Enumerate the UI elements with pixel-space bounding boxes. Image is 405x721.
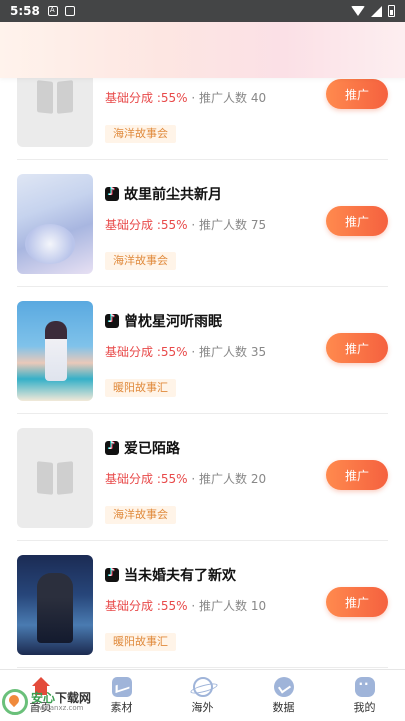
bottom-tab-bar: 首页 素材 海外 数据 我的 <box>0 669 405 721</box>
item-title: 爱已陌路 <box>105 438 180 458</box>
promotion-list: 基础分成 :55% · 推广人数 40 海洋故事会 推广 故里前尘共新月 基础分… <box>0 33 405 668</box>
wifi-icon <box>351 6 365 16</box>
tab-mine[interactable]: 我的 <box>324 670 405 721</box>
tab-label: 数据 <box>272 700 295 714</box>
tab-overseas[interactable]: 海外 <box>162 670 243 721</box>
tab-label: 我的 <box>353 700 376 714</box>
tiktok-icon <box>105 185 119 201</box>
notification-card-icon <box>64 6 75 16</box>
ratio-label: 基础分成 :55% <box>105 599 188 613</box>
meta-separator: · <box>191 472 196 486</box>
list-item[interactable]: 爱已陌路 基础分成 :55% · 推广人数 20 海洋故事会 推广 <box>17 414 388 541</box>
tab-data[interactable]: 数据 <box>243 670 324 721</box>
item-meta: 基础分成 :55% · 推广人数 20 <box>105 470 266 487</box>
list-item[interactable]: 故里前尘共新月 基础分成 :55% · 推广人数 75 海洋故事会 推广 <box>17 160 388 287</box>
promote-button[interactable]: 推广 <box>326 333 388 363</box>
book-icon <box>37 81 73 113</box>
ratio-label: 基础分成 :55% <box>105 91 188 105</box>
book-icon <box>37 462 73 494</box>
ratio-label: 基础分成 :55% <box>105 345 188 359</box>
ratio-label: 基础分成 :55% <box>105 218 188 232</box>
count-label: 推广人数 35 <box>199 345 267 359</box>
item-meta: 基础分成 :55% · 推广人数 40 <box>105 89 266 106</box>
promote-button[interactable]: 推广 <box>326 587 388 617</box>
book-cover <box>17 555 93 655</box>
tab-label: 首页 <box>29 700 52 714</box>
notification-a-icon <box>47 6 58 16</box>
item-meta: 基础分成 :55% · 推广人数 10 <box>105 597 266 614</box>
source-tag: 暖阳故事汇 <box>105 633 176 651</box>
source-tag: 海洋故事会 <box>105 506 176 524</box>
promote-button[interactable]: 推广 <box>326 460 388 490</box>
item-meta: 基础分成 :55% · 推广人数 35 <box>105 343 266 360</box>
count-label: 推广人数 10 <box>199 599 267 613</box>
data-icon <box>273 676 294 697</box>
status-right <box>351 5 395 17</box>
item-title: 当未婚夫有了新欢 <box>105 565 236 585</box>
count-label: 推广人数 75 <box>199 218 267 232</box>
header-band <box>0 22 405 78</box>
list-item[interactable]: 当未婚夫有了新欢 基础分成 :55% · 推广人数 10 暖阳故事汇 推广 <box>17 541 388 668</box>
source-tag: 海洋故事会 <box>105 125 176 143</box>
title-text: 爱已陌路 <box>124 441 180 457</box>
tiktok-icon <box>105 312 119 328</box>
tiktok-icon <box>105 566 119 582</box>
source-tag: 海洋故事会 <box>105 252 176 270</box>
promote-button[interactable]: 推广 <box>326 79 388 109</box>
tiktok-icon <box>105 439 119 455</box>
signal-icon <box>371 5 382 17</box>
status-time: 5:58 <box>10 4 40 18</box>
meta-separator: · <box>191 599 196 613</box>
count-label: 推广人数 40 <box>199 91 267 105</box>
meta-separator: · <box>191 218 196 232</box>
book-cover-placeholder <box>17 428 93 528</box>
item-title: 曾枕星河听雨眠 <box>105 311 222 331</box>
title-text: 当未婚夫有了新欢 <box>124 568 236 584</box>
ratio-label: 基础分成 :55% <box>105 472 188 486</box>
list-item[interactable]: 曾枕星河听雨眠 基础分成 :55% · 推广人数 35 暖阳故事汇 推广 <box>17 287 388 414</box>
count-label: 推广人数 20 <box>199 472 267 486</box>
title-text: 故里前尘共新月 <box>124 187 222 203</box>
source-tag: 暖阳故事汇 <box>105 379 176 397</box>
item-meta: 基础分成 :55% · 推广人数 75 <box>105 216 266 233</box>
globe-icon <box>192 676 213 697</box>
promote-button[interactable]: 推广 <box>326 206 388 236</box>
book-cover <box>17 174 93 274</box>
battery-icon <box>388 5 395 17</box>
item-title: 故里前尘共新月 <box>105 184 222 204</box>
tab-material[interactable]: 素材 <box>81 670 162 721</box>
material-icon <box>111 676 132 697</box>
book-cover <box>17 301 93 401</box>
tab-label: 海外 <box>191 700 214 714</box>
tab-label: 素材 <box>110 700 133 714</box>
profile-icon <box>354 676 375 697</box>
title-text: 曾枕星河听雨眠 <box>124 314 222 330</box>
tab-home[interactable]: 首页 <box>0 670 81 721</box>
status-bar: 5:58 <box>0 0 405 22</box>
meta-separator: · <box>191 345 196 359</box>
meta-separator: · <box>191 91 196 105</box>
home-icon <box>31 676 51 697</box>
